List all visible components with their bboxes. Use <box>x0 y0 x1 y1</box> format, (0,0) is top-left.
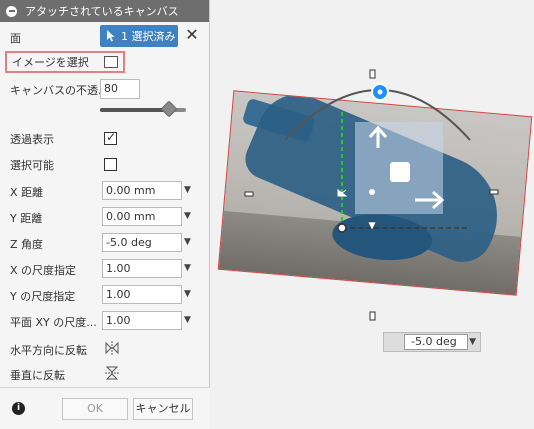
flip-horizontal-label: 水平方向に反転 <box>10 344 87 357</box>
flip-horizontal-icon[interactable] <box>104 340 120 356</box>
handle-right <box>489 189 499 195</box>
see-through-checkbox[interactable] <box>104 130 117 145</box>
chevron-down-icon[interactable]: ▼ <box>184 233 194 252</box>
plane-xy-scale-input[interactable]: 1.00 <box>102 311 182 330</box>
opacity-label: キャンバスの不透... <box>10 84 109 97</box>
cancel-button[interactable]: キャンセル <box>133 398 193 420</box>
flip-vertical-icon[interactable] <box>104 365 120 381</box>
y-distance-input[interactable]: 0.00 mm <box>102 207 182 226</box>
flip-vertical-label: 垂直に反転 <box>10 369 65 382</box>
y-distance-label: Y 距離 <box>10 212 43 225</box>
chevron-down-icon[interactable]: ▼ <box>184 285 194 304</box>
z-angle-input[interactable]: -5.0 deg <box>102 233 182 252</box>
chevron-down-icon[interactable]: ▼ <box>184 311 194 330</box>
dialog-title: アタッチされているキャンバス <box>25 5 179 18</box>
x-scale-input[interactable]: 1.00 <box>102 259 182 278</box>
handle-top <box>369 69 376 79</box>
select-image-button[interactable]: イメージを選択 <box>5 51 125 73</box>
x-distance-label: X 距離 <box>10 186 44 199</box>
handle-left <box>244 191 254 197</box>
up-arrow-icon <box>368 125 388 148</box>
see-through-label: 透過表示 <box>10 133 54 146</box>
minus-circle-icon[interactable] <box>6 5 17 17</box>
center-move-handle <box>390 162 410 182</box>
attached-canvas-dialog: アタッチされているキャンバス 面 1 選択済み ✕ イメージを選択 キャンバスの… <box>0 0 210 429</box>
selected-count-label: 1 選択済み <box>121 30 176 43</box>
select-image-label: イメージを選択 <box>12 56 89 69</box>
info-icon[interactable]: i <box>12 402 25 415</box>
dialog-header[interactable]: アタッチされているキャンバス <box>0 0 209 22</box>
selectable-label: 選択可能 <box>10 159 54 172</box>
chevron-down-icon[interactable]: ▼ <box>184 259 194 278</box>
plane-xy-scale-label: 平面 XY の尺度... <box>10 316 97 329</box>
opacity-slider-thumb[interactable] <box>160 100 178 118</box>
chevron-down-icon[interactable]: ▼ <box>184 207 194 226</box>
x-scale-label: X の尺度指定 <box>10 264 77 277</box>
chevron-down-icon[interactable]: ▼ <box>184 181 194 200</box>
ok-button[interactable]: OK <box>62 398 128 420</box>
y-scale-label: Y の尺度指定 <box>10 290 76 303</box>
dialog-footer: i OK キャンセル <box>0 387 210 429</box>
chevron-down-icon[interactable]: ▼ <box>469 334 476 350</box>
y-scale-input[interactable]: 1.00 <box>102 285 182 304</box>
clear-selection-button[interactable]: ✕ <box>185 27 199 43</box>
handle-bottom <box>369 311 376 321</box>
arrow-cursor-icon <box>107 30 115 42</box>
image-icon <box>104 56 118 68</box>
angle-readout[interactable]: -5.0 deg ▼ <box>383 332 481 352</box>
x-distance-input[interactable]: 0.00 mm <box>102 181 182 200</box>
opacity-input[interactable]: 80 <box>100 79 140 99</box>
selectable-checkbox[interactable] <box>104 158 117 171</box>
right-arrow-icon <box>415 190 445 210</box>
opacity-slider[interactable] <box>100 100 186 118</box>
z-angle-label: Z 角度 <box>10 238 44 251</box>
face-selection-button[interactable]: 1 選択済み <box>100 25 178 47</box>
face-label: 面 <box>10 32 21 45</box>
opacity-slider-fill <box>100 108 169 112</box>
angle-readout-value[interactable]: -5.0 deg <box>404 334 468 350</box>
origin-point <box>337 223 347 233</box>
